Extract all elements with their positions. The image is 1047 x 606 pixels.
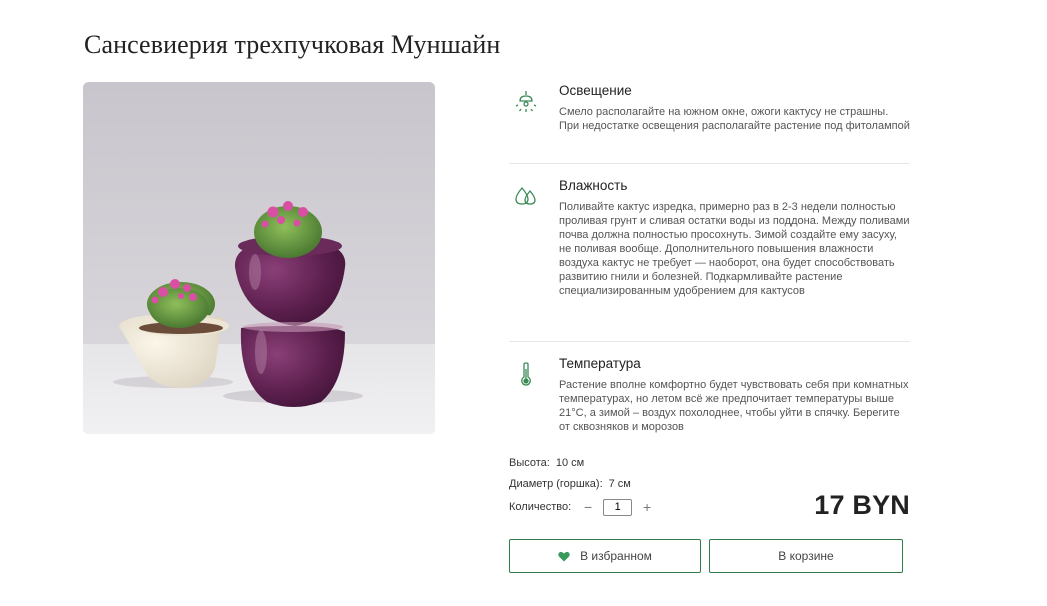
product-photo <box>83 82 435 434</box>
lamp-icon <box>513 88 539 114</box>
care-title-lighting: Освещение <box>559 83 632 98</box>
product-title: Сансевиерия трехпучковая Муншайн <box>84 30 501 59</box>
spec-diameter-value: 7 см <box>608 478 631 490</box>
heart-icon <box>558 551 570 562</box>
spec-height-label: Высота: <box>509 457 550 469</box>
water-drops-icon <box>513 183 539 209</box>
care-text-temperature: Растение вполне комфортно будет чувствов… <box>559 379 909 433</box>
product-specs: Высота: 10 см Диаметр (горшка): 7 см Колич… <box>509 456 658 516</box>
care-item-humidity: Влажность Поливайте кактус изредка, прим… <box>509 177 910 342</box>
product-price: 17 BYN <box>814 490 910 520</box>
spec-diameter-label: Диаметр (горшка): <box>509 478 603 490</box>
care-title-humidity: Влажность <box>559 178 628 193</box>
cart-button-label: В корзине <box>778 549 834 563</box>
quantity-decrease-button[interactable]: − <box>577 499 599 515</box>
cart-button[interactable]: В корзине <box>709 539 903 573</box>
spec-diameter: Диаметр (горшка): 7 см <box>509 477 658 498</box>
quantity-label: Количество: <box>509 501 572 513</box>
spec-height-value: 10 см <box>555 457 585 469</box>
product-photo-illustration <box>83 82 435 434</box>
quantity-increase-button[interactable]: + <box>636 499 658 515</box>
spec-height: Высота: 10 см <box>509 456 658 477</box>
care-text-lighting: Смело располагайте на южном окне, ожоги … <box>559 106 910 132</box>
care-item-lighting: Освещение Смело располагайте на южном ок… <box>509 82 910 164</box>
favorite-button[interactable]: В избранном <box>509 539 701 573</box>
care-text-humidity: Поливайте кактус изредка, примерно раз в… <box>559 201 910 297</box>
care-item-temperature: Температура Растение вполне комфортно бу… <box>509 355 910 445</box>
thermometer-icon <box>513 361 539 387</box>
quantity-row: Количество: − + <box>509 498 658 516</box>
care-title-temperature: Температура <box>559 356 641 371</box>
favorite-button-label: В избранном <box>580 549 652 563</box>
care-info: Освещение Смело располагайте на южном ок… <box>509 82 910 445</box>
quantity-input[interactable] <box>603 498 633 516</box>
